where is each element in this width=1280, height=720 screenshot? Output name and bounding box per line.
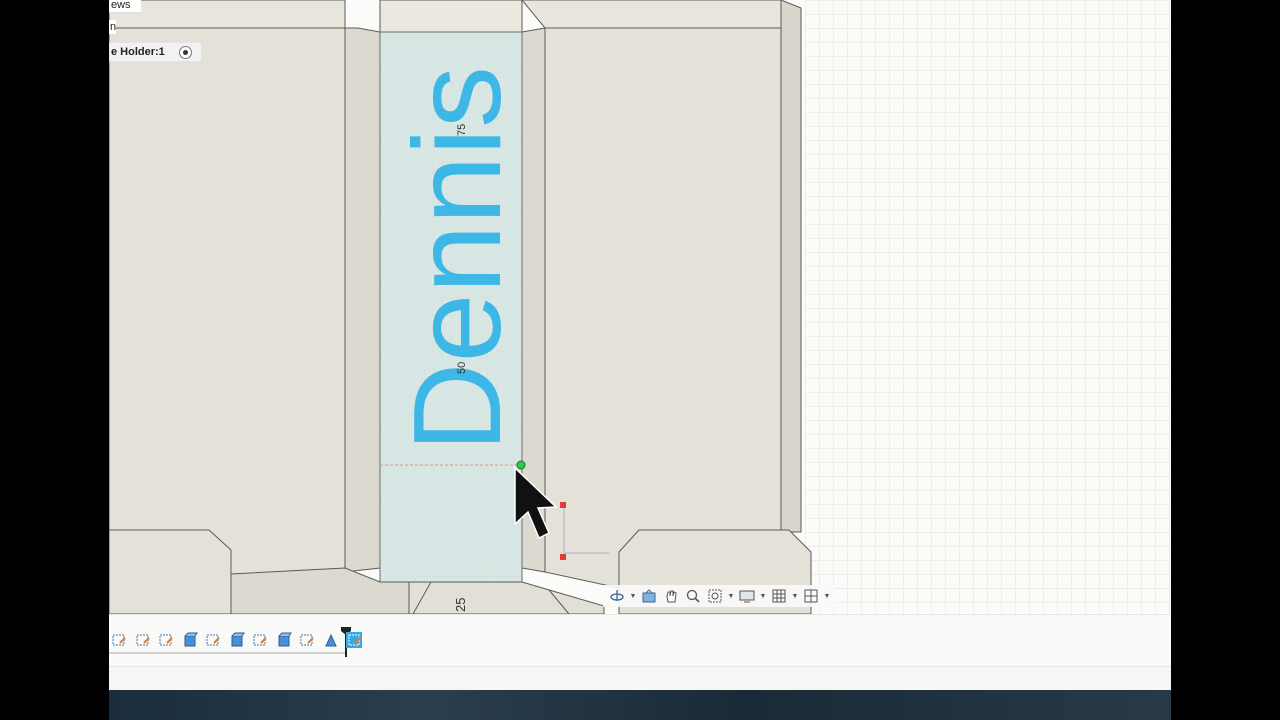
viewports-icon[interactable] xyxy=(801,586,821,606)
top-rim-center[interactable] xyxy=(379,0,523,33)
dimension-25[interactable]: 25 xyxy=(453,598,468,612)
active-component-row[interactable]: e Holder:1 xyxy=(109,42,202,62)
right-panel-face[interactable] xyxy=(544,27,782,589)
timeline-sketch-icon[interactable] xyxy=(135,632,151,648)
triad-handle-origin[interactable] xyxy=(560,554,566,560)
browser-item-fragment[interactable]: n xyxy=(109,20,116,34)
orbit-caret-icon[interactable]: ▼ xyxy=(629,593,637,600)
item-label: n xyxy=(110,21,117,33)
timeline-sketch-icon[interactable] xyxy=(205,632,221,648)
lower-left-block[interactable] xyxy=(109,529,232,614)
timeline-controls xyxy=(109,666,1171,690)
display-settings-icon[interactable] xyxy=(737,586,757,606)
top-rim-right[interactable] xyxy=(521,0,782,29)
snap-point[interactable] xyxy=(516,460,526,470)
fit-caret-icon[interactable]: ▼ xyxy=(727,593,735,600)
timeline-sketch-active-icon[interactable] xyxy=(346,632,362,648)
look-at-icon[interactable] xyxy=(639,586,659,606)
timeline-sketch-icon[interactable] xyxy=(299,632,315,648)
timeline-sketch-icon[interactable] xyxy=(111,632,127,648)
grid-caret-icon[interactable]: ▼ xyxy=(791,593,799,600)
activate-radio-icon[interactable] xyxy=(178,45,192,59)
component-label: e Holder:1 xyxy=(111,46,165,58)
timeline-extrude-icon[interactable] xyxy=(229,632,245,648)
triad-handle-top[interactable] xyxy=(560,502,566,508)
fit-icon[interactable] xyxy=(705,586,725,606)
zoom-icon[interactable] xyxy=(683,586,703,606)
timeline-baseline xyxy=(109,652,345,654)
navigation-toolbar: ▼ ▼ ▼ ▼ ▼ xyxy=(603,585,835,607)
browser-views-item[interactable]: ews xyxy=(109,0,141,13)
desktop-background xyxy=(109,690,1171,720)
model-view[interactable]: Dennis 75 50 25 xyxy=(109,0,1171,614)
viewports-caret-icon[interactable]: ▼ xyxy=(823,593,831,600)
display-caret-icon[interactable]: ▼ xyxy=(759,593,767,600)
outer-right-wall[interactable] xyxy=(780,0,802,533)
orbit-icon[interactable] xyxy=(607,586,627,606)
timeline-fillet-icon[interactable] xyxy=(323,632,339,648)
timeline-sketch-icon[interactable] xyxy=(158,632,174,648)
fusion-window: Dennis 75 50 25 ews n e Holder:1 ▼ ▼ ▼ ▼… xyxy=(109,0,1171,690)
timeline-extrude-icon[interactable] xyxy=(276,632,292,648)
left-panel-face[interactable] xyxy=(109,27,346,586)
left-wall-face[interactable] xyxy=(344,27,381,573)
grid-icon[interactable] xyxy=(769,586,789,606)
top-rim-face[interactable] xyxy=(109,0,346,29)
pan-icon[interactable] xyxy=(661,586,681,606)
timeline-sketch-icon[interactable] xyxy=(252,632,268,648)
canvas-viewport[interactable]: Dennis 75 50 25 ews n e Holder:1 ▼ ▼ ▼ ▼… xyxy=(109,0,1171,614)
lower-center-floor[interactable] xyxy=(408,581,605,614)
views-label: ews xyxy=(111,0,131,11)
timeline-extrude-icon[interactable] xyxy=(182,632,198,648)
dimension-75[interactable]: 75 xyxy=(456,124,468,136)
dimension-50[interactable]: 50 xyxy=(456,362,468,374)
